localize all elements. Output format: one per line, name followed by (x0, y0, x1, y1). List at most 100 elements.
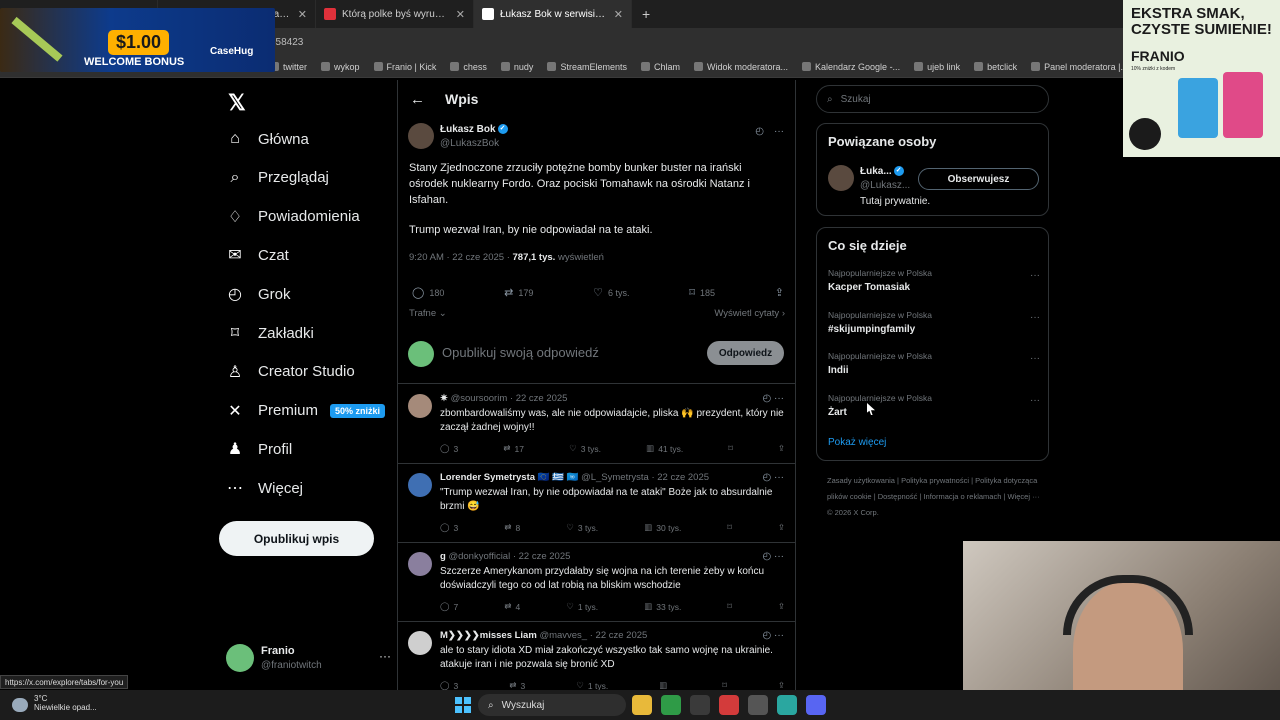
trend-item[interactable]: Najpopularniejsze w Polska Żart ··· (828, 393, 1040, 431)
app-icon[interactable] (719, 695, 739, 715)
close-icon[interactable]: ✕ (298, 8, 307, 21)
reply-action[interactable]: ◯ 3 (440, 522, 458, 533)
bookmark-item[interactable]: ujeb link (914, 62, 960, 72)
account-switcher[interactable]: Franio @franiotwitch ··· (226, 640, 391, 676)
more-icon[interactable]: ··· (1030, 395, 1040, 406)
following-button[interactable]: Obserwujesz (918, 168, 1039, 190)
avatar[interactable] (828, 165, 854, 191)
like-action[interactable]: ♡ 6 tys. (593, 286, 629, 299)
reply-avatar[interactable] (408, 631, 432, 655)
search-input[interactable]: ⌕ Szukaj (816, 85, 1049, 113)
bookmark-item[interactable]: Franio | Kick (373, 62, 436, 72)
nav-item-6[interactable]: ♙ Creator Studio (226, 357, 355, 387)
show-more-link[interactable]: Pokaż więcej (828, 437, 886, 448)
bookmark-item[interactable]: wykop (321, 62, 360, 72)
settings-icon[interactable] (748, 695, 768, 715)
taskbar-search[interactable]: ⌕ Wyszukaj (478, 694, 626, 716)
windows-start-icon[interactable] (455, 697, 471, 713)
browser-tab[interactable]: Którą polke byś wyruchał | Uw ✕ (316, 0, 474, 28)
reply-action[interactable]: ◯ 3 (440, 680, 458, 690)
nav-item-9[interactable]: ⋯ Więcej (226, 473, 303, 503)
bookmark-item[interactable]: StreamElements (547, 62, 627, 72)
bookmark-action[interactable]: ⌑ 185 (689, 286, 715, 299)
trend-item[interactable]: Najpopularniejsze w Polska Kacper Tomasia… (828, 268, 1040, 306)
close-icon[interactable]: ✕ (614, 8, 623, 21)
nav-item-5[interactable]: ⌑ Zakładki (226, 318, 314, 348)
bookmark-item[interactable]: nudy (500, 62, 533, 72)
heart-action[interactable]: ♡ 3 tys. (566, 522, 598, 533)
reply-action[interactable]: ◯ 3 (440, 443, 458, 454)
bookmark-icon[interactable]: ⌑ (728, 443, 732, 454)
casino-ad-banner[interactable]: $1.00 WELCOME BONUS CaseHug (0, 8, 275, 72)
app-icon[interactable] (690, 695, 710, 715)
related-name[interactable]: Łuka... ✓ (860, 166, 904, 177)
reply-post[interactable]: Lorender Symetrysta 🇪🇺 🇬🇷 🇺🇳 @L_Symetrys… (398, 464, 795, 543)
related-handle[interactable]: @Lukasz... (860, 180, 910, 191)
address-text[interactable]: 558423 (270, 37, 303, 48)
reply-handle[interactable]: @L_Symetrysta (581, 472, 649, 483)
x-logo-icon[interactable]: 𝕏 (228, 90, 246, 116)
share-icon[interactable]: ⇪ (778, 601, 785, 612)
reply-handle[interactable]: @donkyofficial (448, 551, 510, 562)
more-icon[interactable]: ··· (379, 649, 391, 663)
more-icon[interactable]: ··· (1030, 353, 1040, 364)
bookmark-item[interactable]: Widok moderatora... (693, 62, 788, 72)
bookmark-item[interactable]: twitter (270, 62, 307, 72)
more-icon[interactable]: ◴ ··· (763, 630, 785, 641)
nav-item-2[interactable]: ♢ Powiadomienia (226, 202, 360, 232)
post-time[interactable]: 9:20 AM · 22 cze 2025 · (409, 252, 510, 263)
reply-avatar[interactable] (408, 552, 432, 576)
reply-avatar[interactable] (408, 473, 432, 497)
reply-handle[interactable]: @soursoorim (451, 393, 508, 404)
nav-item-8[interactable]: ♟ Profil (226, 434, 292, 464)
bookmark-icon[interactable]: ⌑ (727, 601, 731, 612)
more-icon[interactable]: ◴ ··· (763, 472, 785, 483)
nav-item-1[interactable]: ⌕ Przeglądaj (226, 163, 329, 193)
repost-action[interactable]: ⇄ 3 (509, 680, 525, 690)
reply-author[interactable]: Lorender Symetrysta 🇪🇺 🇬🇷 🇺🇳 (440, 472, 578, 483)
reply-avatar[interactable] (408, 394, 432, 418)
views-action[interactable]: ▥ 41 tys. (646, 443, 683, 454)
share-icon[interactable]: ⇪ (778, 443, 785, 454)
author-avatar[interactable] (408, 123, 434, 149)
more-icon[interactable]: ··· (1030, 312, 1040, 323)
sort-dropdown[interactable]: Trafne ⌄ (409, 308, 447, 319)
heart-action[interactable]: ♡ 1 tys. (576, 680, 608, 690)
reply-post[interactable]: ✷ @soursoorim · 22 cze 2025 ◴ ··· zbombard… (398, 385, 795, 464)
bookmark-item[interactable]: chess (450, 62, 487, 72)
reply-button[interactable]: Odpowiedz (707, 341, 784, 365)
discord-icon[interactable] (806, 695, 826, 715)
author-handle[interactable]: @LukaszBok (440, 138, 499, 149)
share-icon[interactable]: ⇪ (778, 680, 785, 690)
heart-action[interactable]: ♡ 1 tys. (566, 601, 598, 612)
reply-author[interactable]: M❯❯❯❯misses Liam (440, 630, 537, 641)
heart-action[interactable]: ♡ 3 tys. (569, 443, 601, 454)
more-icon[interactable]: ◴ ··· (763, 393, 785, 404)
drink-ad-banner[interactable]: EKSTRA SMAK, CZYSTE SUMIENIE! FRANIO 10%… (1123, 0, 1280, 157)
repost-action[interactable]: ⇄ 8 (504, 522, 520, 533)
repost-action[interactable]: ⇄ 179 (504, 286, 533, 299)
view-quotes-link[interactable]: Wyświetl cytaty › (714, 308, 785, 319)
repost-action[interactable]: ⇄ 4 (504, 601, 520, 612)
more-icon[interactable]: ··· (1030, 270, 1040, 281)
share-icon[interactable]: ⇪ (778, 522, 785, 533)
bookmark-icon[interactable]: ⌑ (722, 680, 726, 690)
post-button[interactable]: Opublikuj wpis (219, 521, 374, 556)
weather-widget[interactable]: 3°C Niewielkie opad... (12, 694, 97, 712)
browser-tab[interactable]: Łukasz Bok w serwisie X: „Stany ✕ (474, 0, 632, 28)
reply-action[interactable]: ◯ 180 (412, 286, 444, 299)
views-action[interactable]: ▥ (659, 680, 671, 690)
nav-item-4[interactable]: ◴ Grok (226, 279, 291, 309)
repost-action[interactable]: ⇄ 17 (503, 443, 524, 454)
bookmark-item[interactable]: betclick (974, 62, 1017, 72)
nav-item-7[interactable]: ✕ Premium 50% zniżki (226, 396, 386, 426)
reply-post[interactable]: M❯❯❯❯misses Liam @mavves_ · 22 cze 2025 ◴… (398, 622, 795, 690)
bookmark-item[interactable]: Kalendarz Google -... (802, 62, 900, 72)
author-name[interactable]: Łukasz Bok ✓ (440, 124, 508, 135)
file-explorer-icon[interactable] (632, 695, 652, 715)
more-icon[interactable]: ··· (774, 126, 784, 137)
trend-item[interactable]: Najpopularniejsze w Polska Indii ··· (828, 351, 1040, 389)
bookmark-item[interactable]: Panel moderatora |... (1031, 62, 1128, 72)
new-tab-icon[interactable]: + (632, 6, 660, 22)
trend-item[interactable]: Najpopularniejsze w Polska #skijumpingfam… (828, 310, 1040, 348)
